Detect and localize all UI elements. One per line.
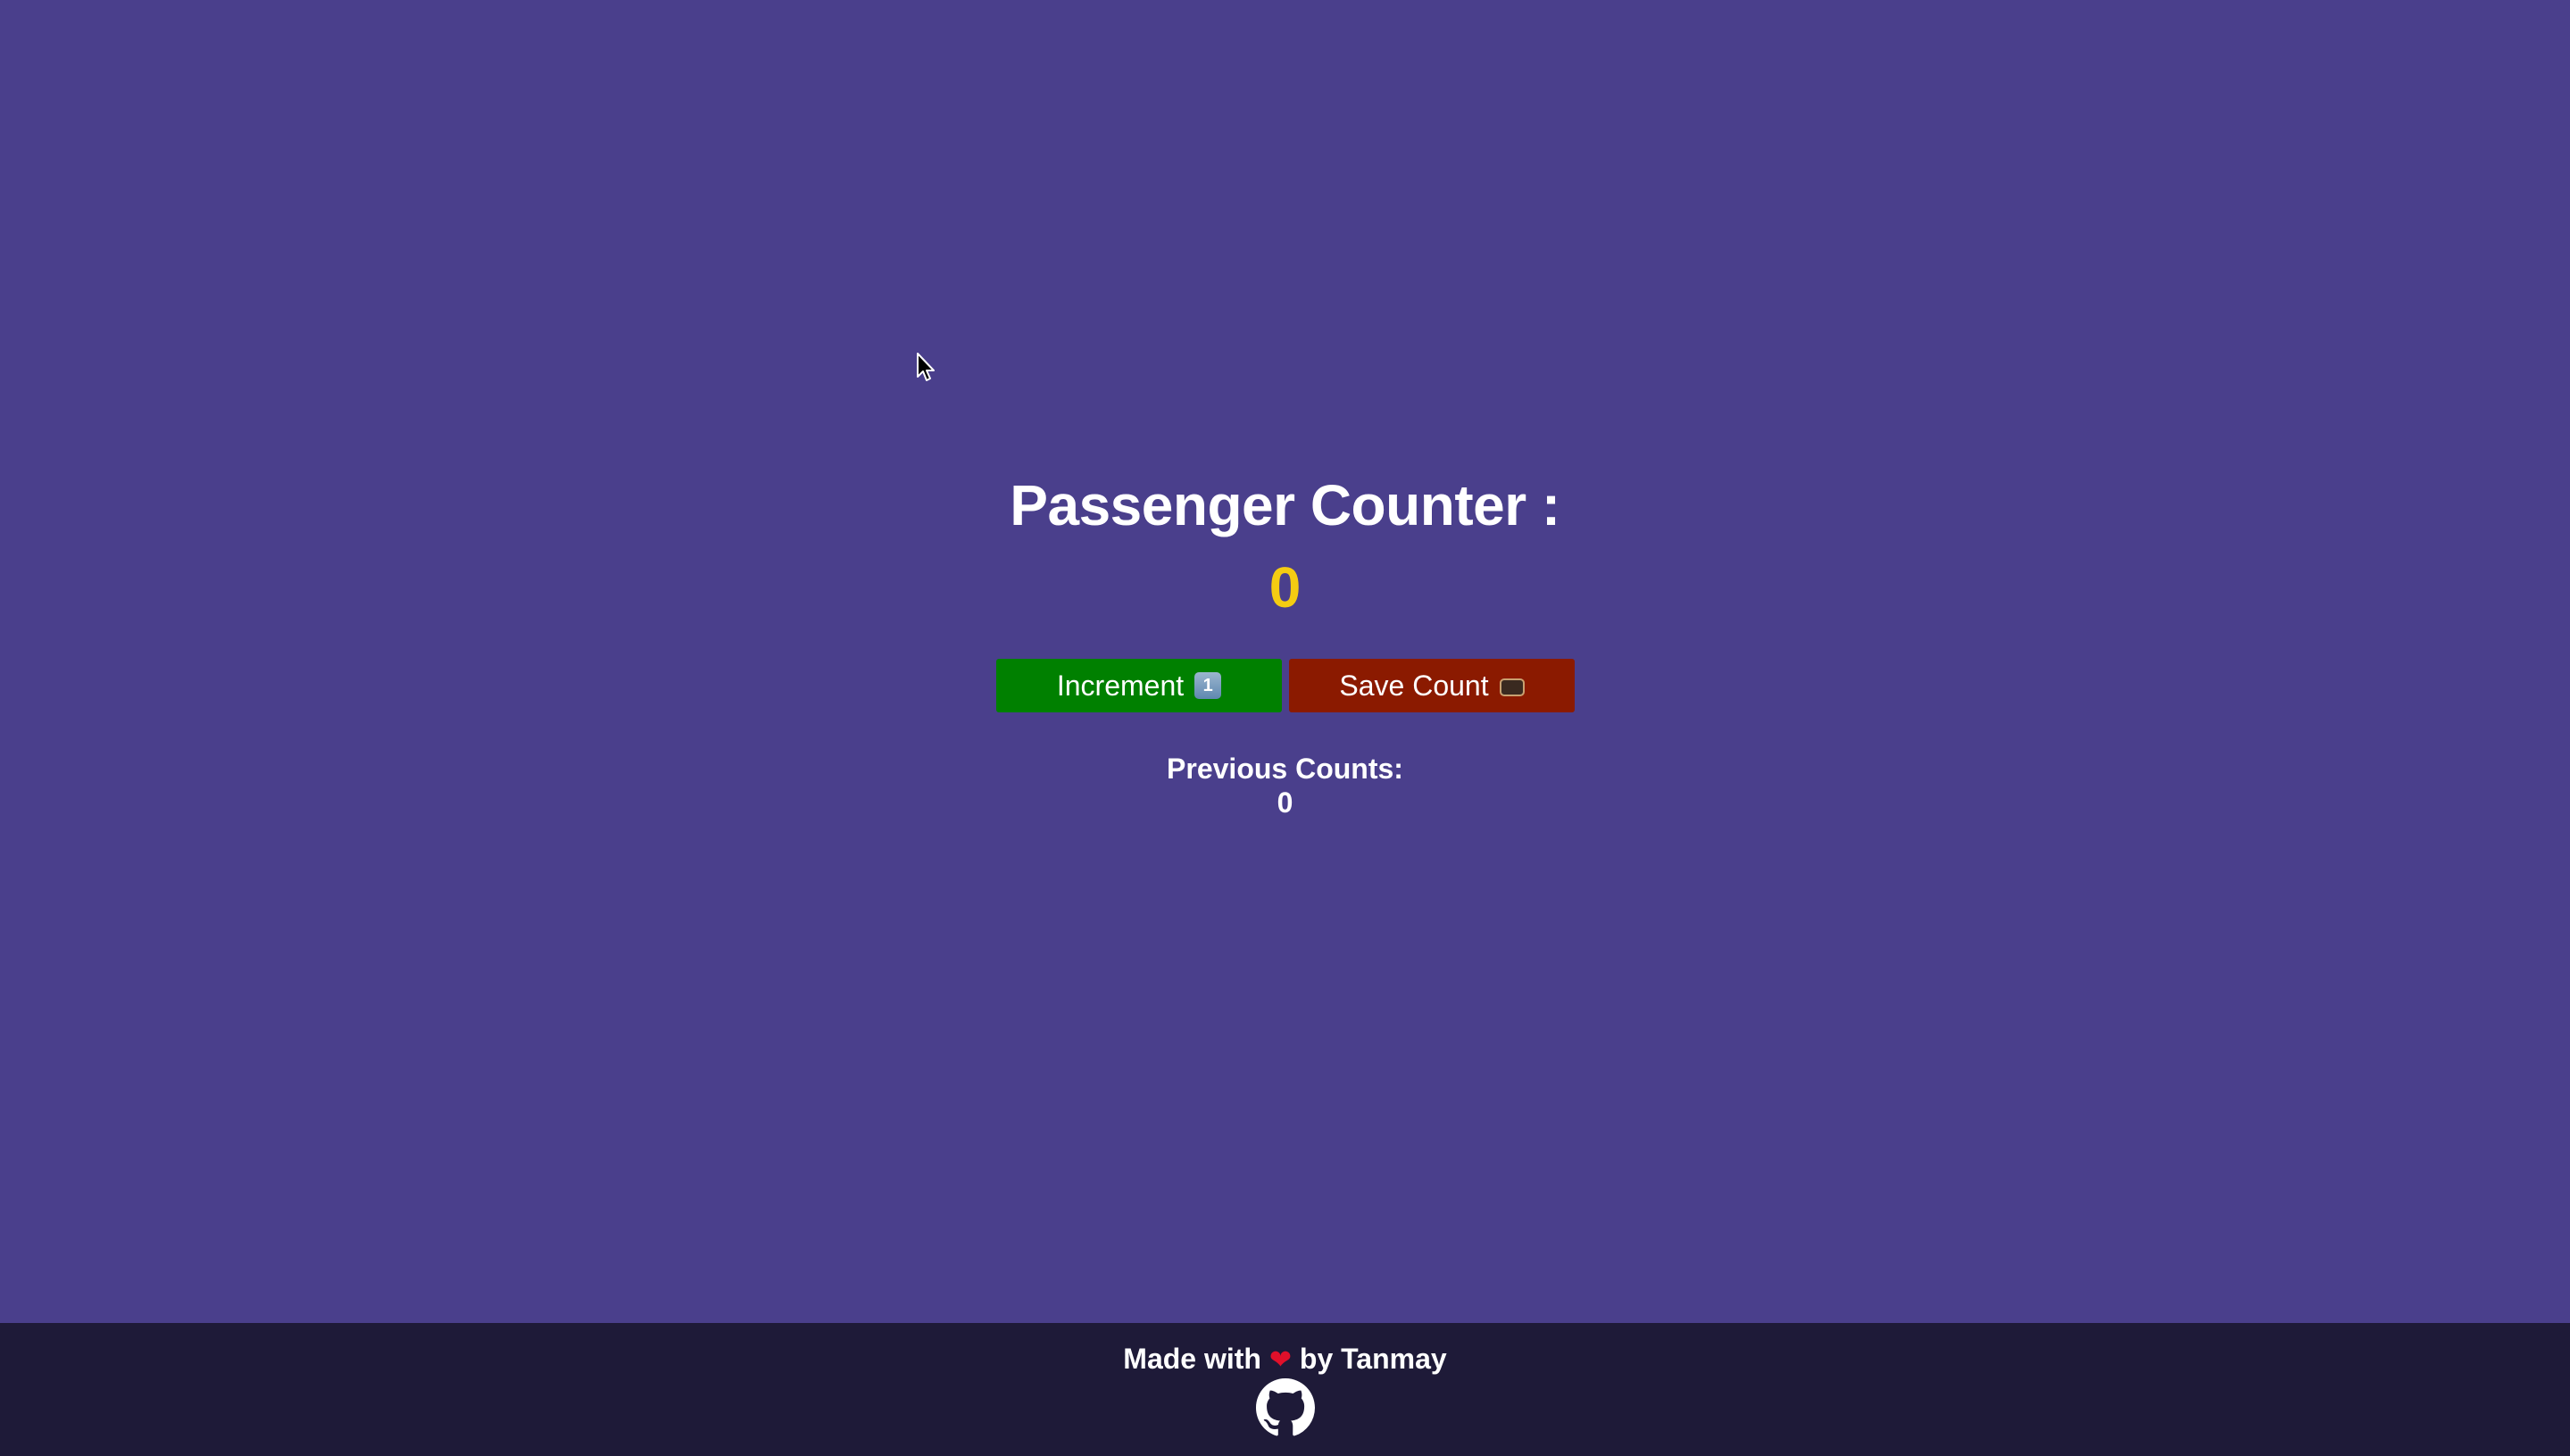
- heart-icon: ❤: [1268, 1345, 1292, 1375]
- mouse-cursor-icon: [917, 353, 935, 381]
- github-link[interactable]: [1256, 1378, 1315, 1437]
- counter-title: Passenger Counter :: [1010, 473, 1560, 537]
- increment-button[interactable]: Increment 1: [996, 659, 1282, 712]
- button-group: Increment 1 Save Count: [996, 659, 1575, 712]
- footer-credit: Made with ❤ by Tanmay: [0, 1341, 2570, 1378]
- keycap-1-icon: 1: [1194, 671, 1222, 699]
- previous-counts-value: 0: [1277, 786, 1293, 819]
- increment-button-label: Increment: [1056, 670, 1185, 702]
- github-icon: [1256, 1378, 1315, 1436]
- footer-text-after: by Tanmay: [1299, 1343, 1447, 1375]
- save-count-button[interactable]: Save Count: [1289, 659, 1575, 712]
- save-count-button-label: Save Count: [1339, 670, 1489, 702]
- main-content: Passenger Counter : 0 Increment 1 Save Co…: [0, 0, 2570, 1323]
- counter-value: 0: [1268, 555, 1302, 620]
- footer-text-before: Made with: [1123, 1343, 1261, 1375]
- card-box-icon: [1499, 678, 1525, 696]
- previous-counts-label: Previous Counts:: [1167, 753, 1403, 785]
